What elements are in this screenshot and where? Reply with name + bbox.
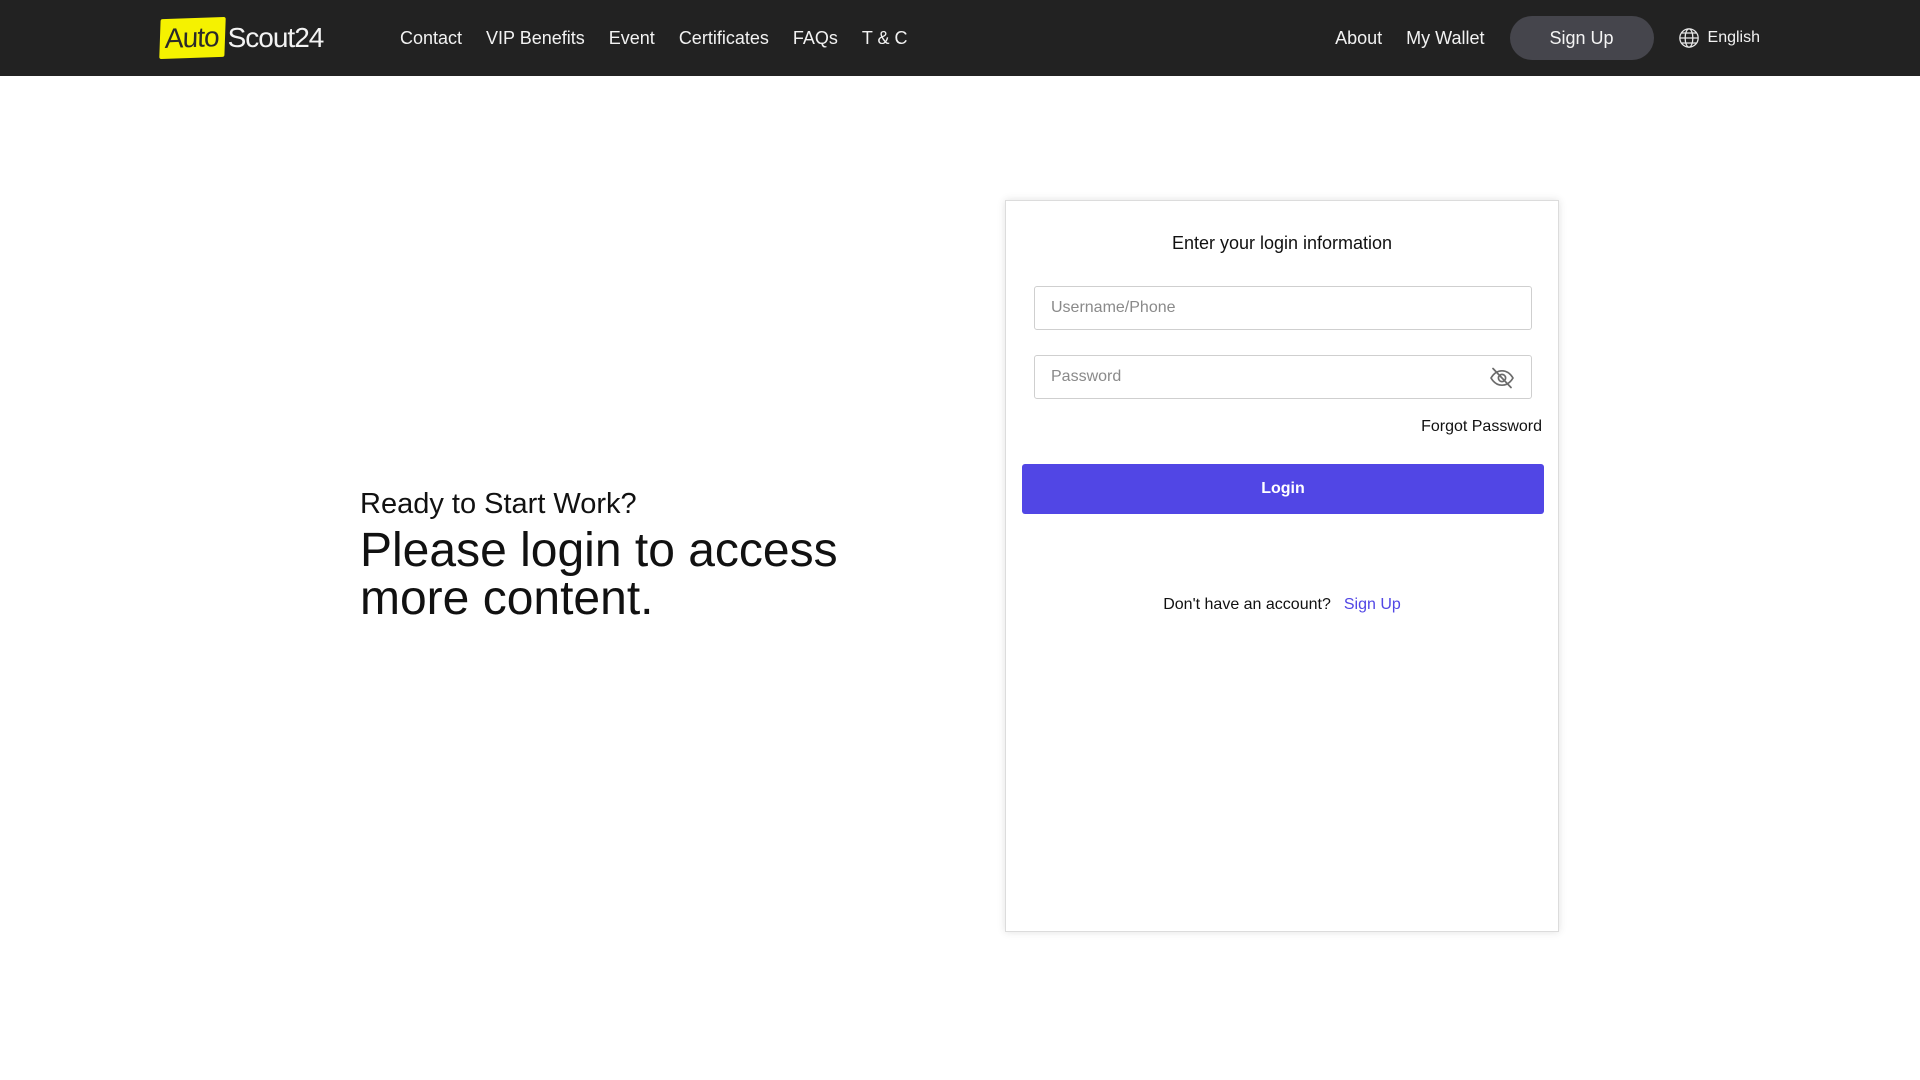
hero-kicker: Ready to Start Work? <box>360 488 637 520</box>
nav-link-faqs[interactable]: FAQs <box>793 28 838 49</box>
main-nav: Contact VIP Benefits Event Certificates … <box>400 0 932 76</box>
header-signup-button[interactable]: Sign Up <box>1509 16 1654 60</box>
forgot-password-link[interactable]: Forgot Password <box>1421 418 1542 436</box>
language-label: English <box>1707 29 1760 46</box>
eye-off-icon[interactable] <box>1489 366 1515 390</box>
signup-prompt: Don't have an account? Sign Up <box>1006 596 1558 614</box>
nav-link-event[interactable]: Event <box>609 28 655 49</box>
no-account-text: Don't have an account? <box>1163 596 1331 613</box>
autoscout24-logo[interactable]: Auto Scout24 <box>159 16 340 60</box>
nav-link-certificates[interactable]: Certificates <box>679 28 769 49</box>
nav-link-terms[interactable]: T & C <box>862 28 908 49</box>
password-field <box>1034 355 1532 399</box>
signup-link[interactable]: Sign Up <box>1344 596 1401 614</box>
language-selector[interactable]: English <box>1678 27 1760 49</box>
username-field <box>1034 286 1532 330</box>
nav-link-vip-benefits[interactable]: VIP Benefits <box>486 28 585 49</box>
top-navigation-bar: Auto Scout24 Contact VIP Benefits Event … <box>0 0 1920 76</box>
nav-link-my-wallet[interactable]: My Wallet <box>1406 28 1484 49</box>
account-nav: About My Wallet Sign Up English <box>1335 0 1760 76</box>
login-card: Enter your login information Forgot Pass… <box>1005 200 1559 932</box>
login-card-title: Enter your login information <box>1171 233 1393 253</box>
logo-auto-text: Auto <box>159 16 226 60</box>
hero-title: Please login to access more content. <box>360 527 920 623</box>
logo-scout-text: Scout24 <box>227 22 325 53</box>
hero-section: Ready to Start Work? Please login to acc… <box>360 488 920 623</box>
username-input[interactable] <box>1035 287 1531 329</box>
hero-title-line-2: more content. <box>360 572 654 625</box>
nav-link-contact[interactable]: Contact <box>400 28 462 49</box>
login-button[interactable]: Login <box>1022 464 1544 514</box>
hero-title-line-1: Please login to access <box>360 524 838 577</box>
globe-icon <box>1678 28 1699 48</box>
password-input[interactable] <box>1035 356 1531 398</box>
nav-link-about[interactable]: About <box>1335 28 1382 49</box>
